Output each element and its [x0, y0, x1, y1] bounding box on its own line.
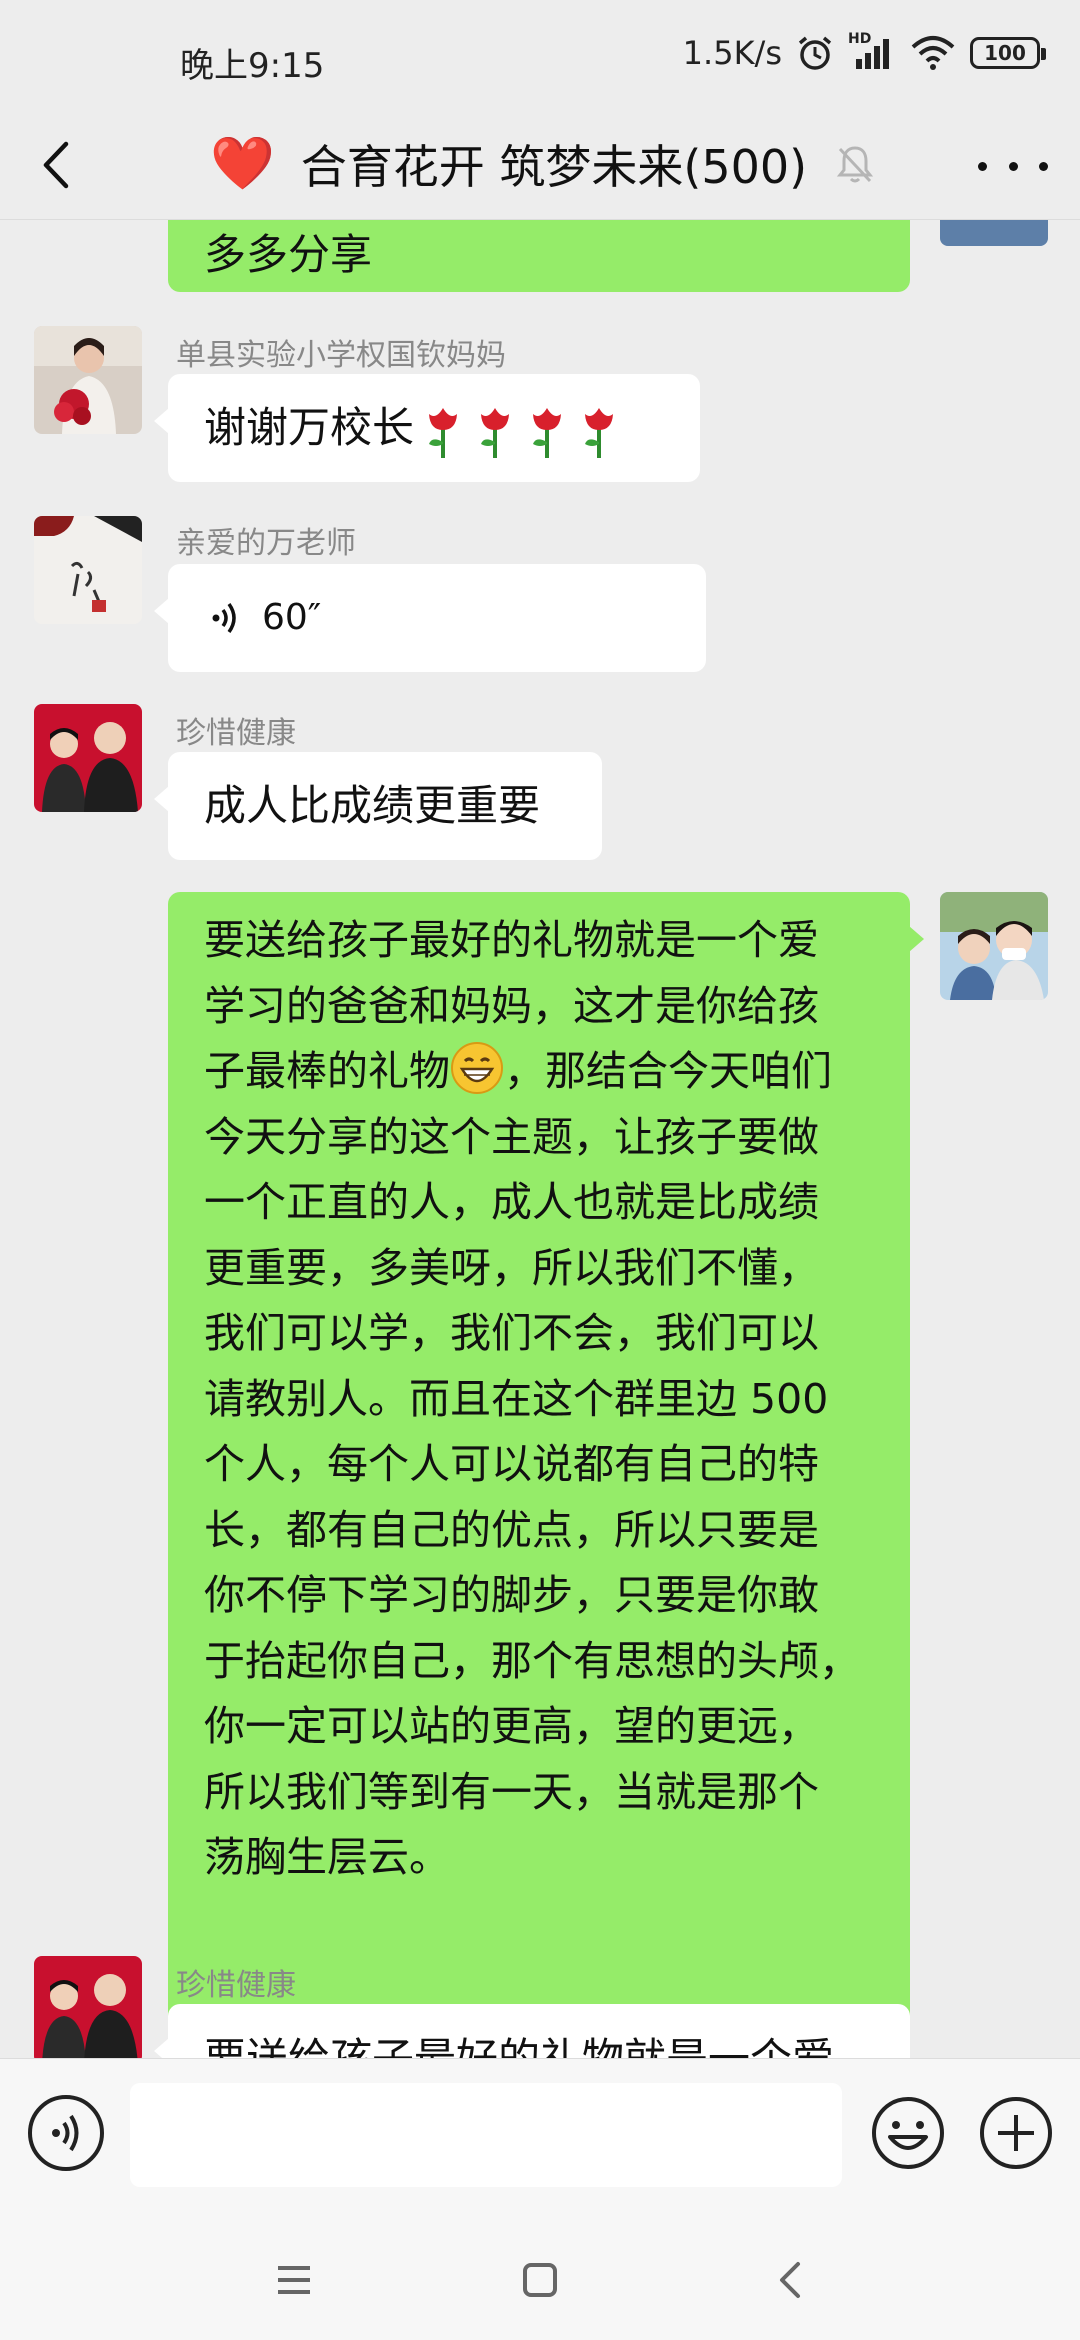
wifi-icon [911, 36, 955, 70]
message-line: 一个正直的人，成人也就是比成绩 [204, 1178, 819, 1226]
message-bubble[interactable]: 要送给孩子最好的礼物就是一个爱 [154, 2004, 910, 2058]
sender-name: 珍惜健康 [176, 716, 296, 751]
message-bubble-self[interactable]: 要送给孩子最好的礼物就是一个爱 学习的爸爸和妈妈，这才是你给孩 子最棒的礼物 ，那… [168, 892, 924, 2058]
message-line: 学习的爸爸和妈妈，这才是你给孩 [204, 981, 819, 1030]
cellular-signal-icon: HD [848, 31, 896, 71]
heart-emoji: ❤️ [210, 134, 275, 194]
self-avatar[interactable] [940, 220, 1048, 246]
more-options-button[interactable] [978, 146, 1048, 186]
message-line: 荡胸生层云。 [204, 1833, 450, 1881]
message-line: 今天分享的这个主题，让孩子要做 [204, 1112, 819, 1161]
avatar-zhenxi-jiankang[interactable] [34, 704, 142, 812]
message-line: 要送给孩子最好的礼物就是一个爱 [204, 916, 819, 964]
message-line: 子最棒的礼物 ，那结合今天咱们 [204, 1039, 890, 1105]
message-bubble[interactable]: 谢谢万校长 [154, 374, 700, 482]
rose-emoji [429, 407, 458, 458]
chat-header: ❤️ 合育花开 筑梦未来(500) [0, 110, 1080, 220]
message-line: 所以我们等到有一天，当就是那个 [204, 1767, 819, 1816]
more-functions-button[interactable] [978, 2095, 1054, 2171]
voice-message-bubble[interactable]: 60″ [154, 564, 706, 672]
chevron-left-icon [43, 141, 69, 189]
chat-input-bar [0, 2058, 1080, 2216]
rose-emoji [533, 407, 562, 458]
voice-duration: 60″ [262, 597, 322, 638]
self-avatar[interactable] [940, 892, 1048, 1000]
message-list[interactable]: 多多分享 单县实验小学权国钦妈妈 谢谢万校长 亲爱的万老师 60″ 珍惜健康 成… [0, 220, 1080, 2058]
emoji-button[interactable] [870, 2095, 946, 2171]
avatar-quanguoqin-mother[interactable] [34, 326, 142, 434]
sender-name: 珍惜健康 [176, 1968, 296, 2003]
system-back-button[interactable] [762, 2250, 822, 2310]
message-line: 请教别人。而且在这个群里边 500 [204, 1374, 829, 1423]
menu-button[interactable] [264, 2250, 324, 2310]
network-speed: 1.5K/s [682, 34, 782, 72]
back-arrow-icon [780, 2262, 800, 2298]
system-nav-bar [0, 2216, 1080, 2340]
home-button[interactable] [510, 2250, 570, 2310]
menu-icon [278, 2266, 310, 2294]
chat-title: ❤️ 合育花开 筑梦未来(500) [210, 124, 877, 204]
battery-icon: 100 [970, 37, 1046, 69]
rose-emoji [481, 407, 510, 458]
mute-bell-icon [836, 146, 874, 183]
message-text: 成人比成绩更重要 [204, 781, 541, 830]
sender-name: 单县实验小学权国钦妈妈 [176, 338, 506, 373]
smiley-icon [872, 2097, 944, 2169]
message-input[interactable] [130, 2083, 842, 2187]
message-text: 子最棒的礼物 [204, 1047, 450, 1095]
message-text: ，那结合今天咱们 [504, 1047, 832, 1095]
group-name: 合育花开 筑梦未来(500) [300, 140, 808, 194]
home-square-icon [523, 2263, 557, 2297]
message-text: 要送给孩子最好的礼物就是一个爱 [204, 2034, 834, 2058]
back-button[interactable] [30, 132, 90, 198]
message-bubble[interactable]: 成人比成绩更重要 [154, 752, 602, 860]
voice-wave-icon [52, 2114, 79, 2152]
message-line: 于抬起你自己，那个有思想的头颅， [204, 1636, 860, 1685]
dot-icon [1008, 161, 1018, 171]
sender-name: 亲爱的万老师 [176, 526, 356, 561]
message-line: 个人，每个人可以说都有自己的特 [204, 1440, 819, 1488]
message-line: 长，都有自己的优点，所以只要是 [204, 1505, 819, 1554]
voice-wave-icon [212, 602, 236, 634]
status-bar: 晚上9:15 1.5K/s HD 100 [0, 0, 1080, 120]
message-text: 谢谢万校长 [204, 403, 415, 452]
message-line: 你不停下学习的脚步，只要是你敢 [204, 1571, 819, 1619]
message-line: 更重要，多美呀，所以我们不懂， [204, 1243, 819, 1292]
message-text: 多多分享 [204, 230, 373, 279]
voice-input-button[interactable] [28, 2095, 104, 2171]
dot-icon [1039, 161, 1048, 171]
status-icons: 1.5K/s HD 100 [682, 31, 1046, 72]
rose-emoji [585, 407, 614, 458]
message-line: 你一定可以站的更高，望的更远， [204, 1702, 819, 1750]
message-line: 我们可以学，我们不会，我们可以 [204, 1309, 819, 1357]
status-time: 晚上9:15 [180, 46, 325, 86]
avatar-zhenxi-jiankang[interactable] [34, 1956, 142, 2058]
message-bubble-self[interactable]: 多多分享 [168, 220, 910, 292]
grinning-emoji [451, 1042, 503, 1094]
avatar-wan-teacher[interactable] [34, 516, 142, 624]
dot-icon [978, 161, 987, 171]
alarm-icon [798, 36, 832, 70]
plus-circle-icon [980, 2097, 1052, 2169]
